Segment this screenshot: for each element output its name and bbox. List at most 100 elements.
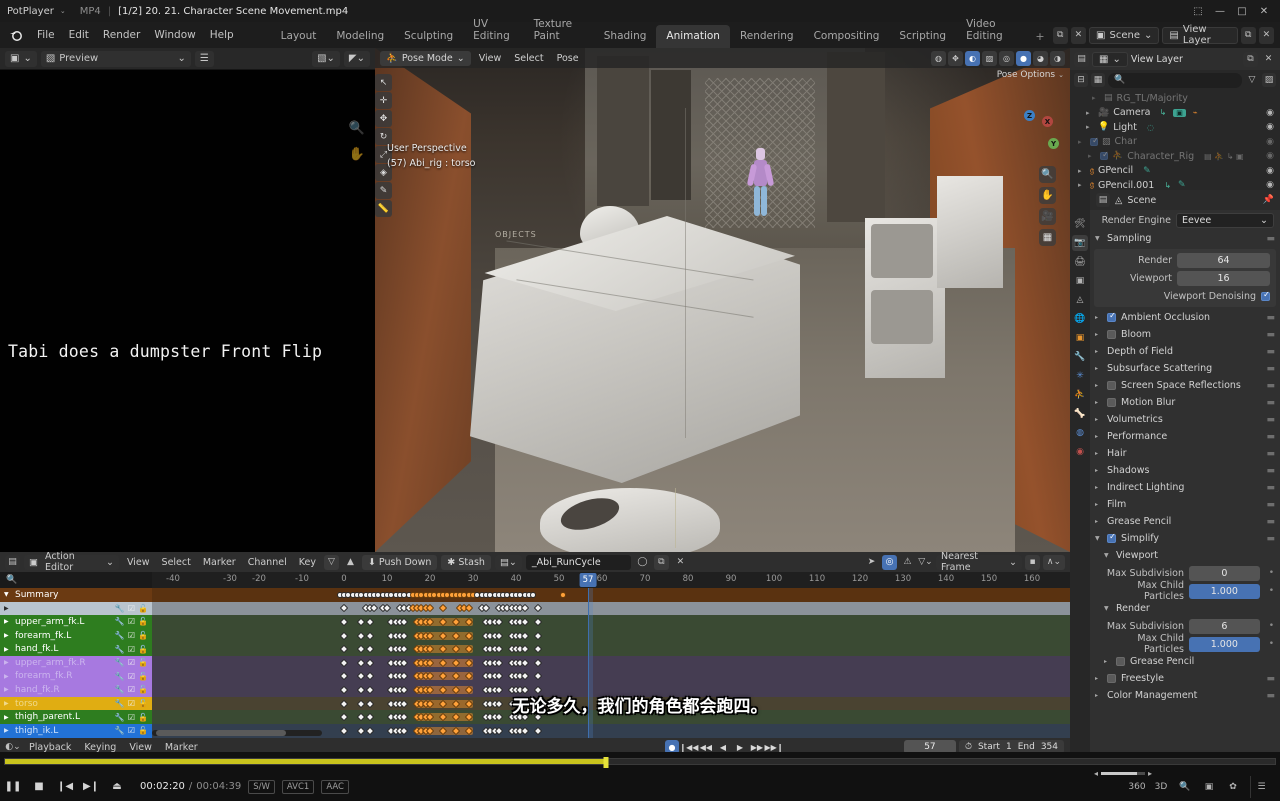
panel-simplify-header[interactable]: ▼ Simplify ▬ [1090, 530, 1280, 547]
channel-row[interactable]: ▶hand_fk.L🔧☑🔓 [0, 642, 152, 656]
previous-button[interactable]: ❙◀ [52, 772, 78, 801]
render-engine-dropdown[interactable]: Eevee ⌄ [1176, 213, 1274, 228]
animate-property-icon[interactable]: • [1269, 621, 1274, 631]
channel-enable-checkbox[interactable]: ☑ [128, 645, 135, 654]
current-frame-indicator[interactable]: 57 [580, 573, 597, 587]
panel-checkbox[interactable] [1107, 330, 1116, 339]
expand-icon[interactable]: ▶ [4, 727, 11, 734]
keyframe[interactable] [370, 604, 378, 612]
viewport-denoising-checkbox[interactable] [1261, 292, 1270, 301]
keyframe[interactable] [533, 604, 541, 612]
search-icon[interactable]: 🔍 [1174, 776, 1196, 798]
tab-world[interactable]: 🌐 [1072, 311, 1088, 327]
expand-icon[interactable]: ▸ [1095, 314, 1102, 321]
expand-icon[interactable]: ▸ [1092, 94, 1100, 102]
keyframe-lane[interactable] [152, 642, 1070, 656]
channel-enable-checkbox[interactable]: ☑ [128, 617, 135, 626]
expand-icon[interactable]: ▸ [1095, 484, 1102, 491]
lock-icon[interactable]: 🔓 [138, 631, 148, 640]
chevron-down-icon[interactable]: ⌄ [1058, 71, 1064, 79]
next-button[interactable]: ▶❙ [78, 772, 104, 801]
end-frame-value[interactable]: 354 [1041, 742, 1058, 752]
keyframe[interactable] [464, 604, 472, 612]
xray-toggle-icon[interactable]: ▨ [982, 51, 997, 66]
panel-options-icon[interactable]: ▬ [1266, 674, 1275, 684]
stop-button[interactable]: ■ [26, 772, 52, 801]
panel-bloom[interactable]: ▸ Bloom ▬ [1090, 326, 1280, 343]
keyframe[interactable] [366, 659, 374, 667]
keyframe[interactable] [340, 659, 348, 667]
channel-row[interactable]: ▶forearm_fk.L🔧☑🔓 [0, 629, 152, 643]
outliner-item-gpencil[interactable]: ▸ 𝔤 GPencil ✎ ◉ [1070, 164, 1280, 179]
keyframe-lane[interactable] [152, 615, 1070, 629]
volume-up-icon[interactable]: ▸ [1148, 769, 1152, 778]
keyframe[interactable] [357, 659, 365, 667]
stash-button[interactable]: ✱ Stash [441, 555, 491, 570]
animate-property-icon[interactable]: • [1269, 568, 1274, 578]
remove-view-layer-icon[interactable]: ✕ [1259, 27, 1274, 44]
keyframe-lane[interactable] [152, 629, 1070, 643]
tool-measure-icon[interactable]: 📏 [375, 200, 392, 217]
panel-motion-blur[interactable]: ▸ Motion Blur ▬ [1090, 394, 1280, 411]
lock-icon[interactable]: 🔓 [138, 645, 148, 654]
collapse-icon[interactable]: ▼ [4, 591, 11, 598]
unlink-action-icon[interactable]: ✕ [673, 555, 688, 570]
keyframe[interactable] [533, 631, 541, 639]
axis-x-icon[interactable]: X [1042, 116, 1053, 127]
expand-icon[interactable]: ▸ [1095, 450, 1102, 457]
max-child-particles-field[interactable]: 1.000 [1189, 584, 1260, 599]
channel-enable-checkbox[interactable]: ☑ [128, 604, 135, 613]
keyframe[interactable] [533, 645, 541, 653]
lock-icon[interactable]: 🔓 [138, 726, 148, 735]
keyframe[interactable] [366, 645, 374, 653]
keyframe-lane[interactable] [152, 670, 1070, 684]
expand-icon[interactable]: ▼ [1104, 552, 1111, 559]
tab-particles[interactable]: ✳ [1072, 368, 1088, 384]
channel-row[interactable]: ▶🔧☑🔓 [0, 602, 152, 616]
tab-material[interactable]: ◉ [1072, 444, 1088, 460]
tab-tool[interactable]: 🛠 [1072, 216, 1088, 232]
keyframe[interactable] [533, 727, 541, 735]
keyframe[interactable] [530, 592, 536, 598]
volume-down-icon[interactable]: ◂ [1094, 769, 1098, 778]
dopesheet-menu-view[interactable]: View [123, 555, 154, 570]
action-browse-icon[interactable]: ▤⌄ [495, 555, 522, 570]
panel-options-icon[interactable]: ▬ [1266, 517, 1275, 527]
proportional-edit-cursor-icon[interactable]: ➤ [864, 555, 879, 570]
pause-button[interactable]: ❚❚ [0, 772, 26, 801]
lock-icon[interactable]: 🔓 [138, 617, 148, 626]
panel-options-icon[interactable]: ▬ [1266, 500, 1275, 510]
keyframe[interactable] [533, 672, 541, 680]
keyframe[interactable] [340, 604, 348, 612]
image-snap-selector[interactable]: ◤⌄ [344, 51, 370, 67]
chevron-down-icon[interactable]: ⌄ [60, 7, 66, 15]
panel-grease-pencil[interactable]: ▸ Grease Pencil ▬ [1090, 513, 1280, 530]
proportional-falloff-icon[interactable]: ⚠ [900, 555, 915, 570]
camera-view-icon[interactable]: 🎥 [1039, 208, 1056, 225]
keyframe[interactable] [533, 659, 541, 667]
menu-edit[interactable]: Edit [62, 26, 96, 44]
panel-performance[interactable]: ▸ Performance ▬ [1090, 428, 1280, 445]
panel-options-icon[interactable]: ▬ [1266, 330, 1275, 340]
action-name-field[interactable]: _Abi_RunCycle [526, 555, 631, 570]
keyframe-interpolation-icon[interactable]: ∧⌄ [1043, 555, 1065, 570]
menu-render[interactable]: Render [96, 26, 147, 44]
panel-subsurface-scattering[interactable]: ▸ Subsurface Scattering ▬ [1090, 360, 1280, 377]
sort-icon[interactable]: ▲ [343, 555, 358, 570]
panel-options-icon[interactable]: ▬ [1266, 234, 1275, 244]
panel-simplify-grease-pencil[interactable]: ▸ Grease Pencil [1090, 653, 1280, 670]
close-icon[interactable]: ✕ [1261, 52, 1276, 67]
pan-hand-icon[interactable]: ✋ [1039, 187, 1056, 204]
panel-options-icon[interactable]: ▬ [1266, 466, 1275, 476]
expand-icon[interactable]: ▸ [1095, 501, 1102, 508]
panel-checkbox[interactable] [1107, 674, 1116, 683]
tab-modifiers[interactable]: 🔧 [1072, 349, 1088, 365]
simplify-checkbox[interactable] [1107, 534, 1116, 543]
dopesheet-menu-channel[interactable]: Channel [244, 555, 291, 570]
workspace-tab-scripting[interactable]: Scripting [889, 25, 956, 48]
workspace-tab-sculpting[interactable]: Sculpting [394, 25, 463, 48]
modifier-icon[interactable]: 🔧 [115, 726, 125, 735]
keyframe[interactable] [340, 727, 348, 735]
scene-selector[interactable]: ▣ Scene ⌄ [1089, 27, 1159, 44]
keyframe[interactable] [366, 618, 374, 626]
